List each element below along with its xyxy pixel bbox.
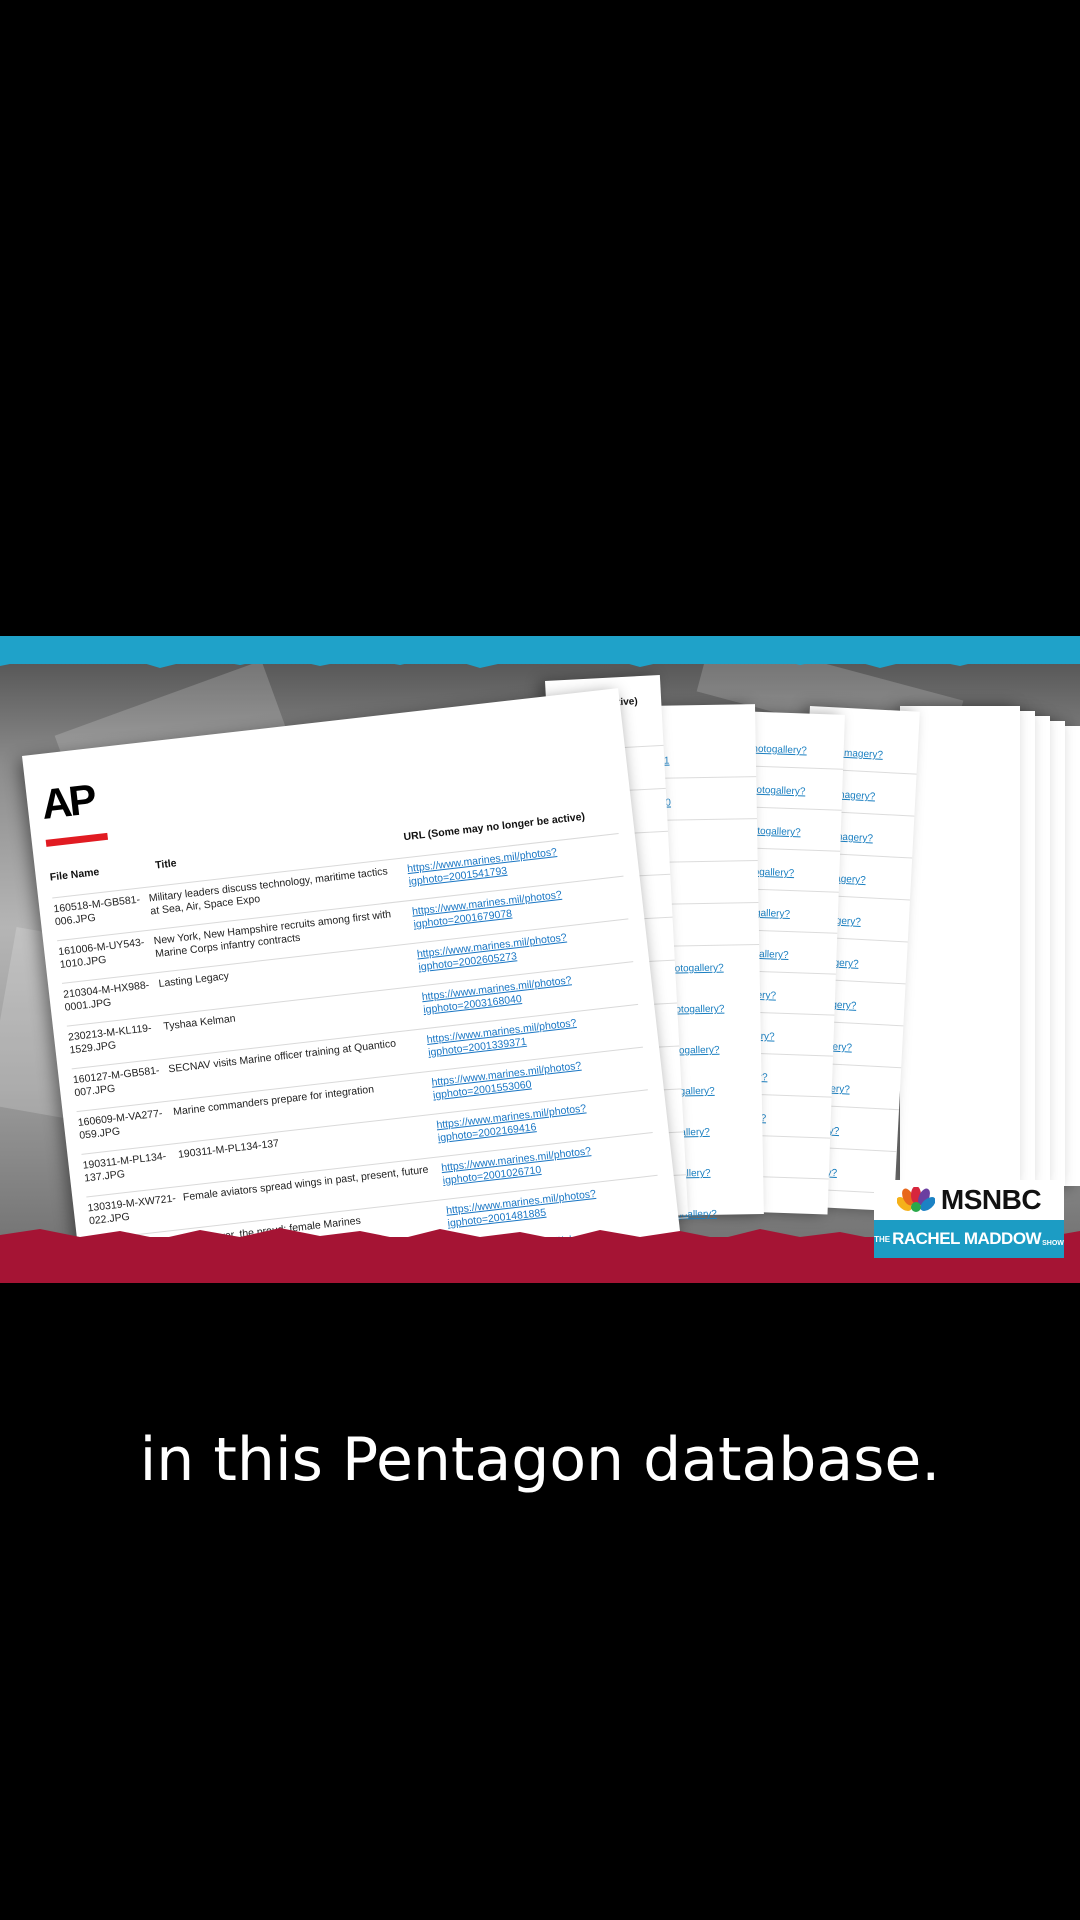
header-title: Title: [154, 857, 178, 872]
video-frame: e) es/imefimagery?s/imefimagery?s/imefim…: [0, 636, 1080, 1283]
row-url-link[interactable]: https://www.marines.mil/photos?igphoto=2…: [436, 1101, 598, 1145]
msnbc-logo: MSNBC: [874, 1180, 1064, 1220]
row-url-link[interactable]: https://www.marines.mil/photos?igphoto=2…: [416, 930, 578, 974]
msnbc-badge: MSNBC THE RACHEL MADDOW SHOW: [874, 1180, 1064, 1258]
row-file-name: 160518-M-GB581-006.JPG: [52, 893, 141, 929]
row-title: Marine commanders prepare for integratio…: [172, 1083, 375, 1119]
row-file-name: 210304-M-HX988-0001.JPG: [62, 979, 150, 1014]
row-file-name: 190311-M-PL134-137.JPG: [82, 1150, 167, 1185]
row-file-name: 160609-M-VA277-059.JPG: [77, 1107, 164, 1142]
ap-document: AP File Name Title URL (Some may no long…: [22, 688, 682, 1283]
row-file-name: 160127-M-GB581-007.JPG: [72, 1064, 161, 1100]
ap-logo: AP: [38, 775, 97, 828]
row-file-name: 230213-M-KL119-1529.JPG: [67, 1022, 153, 1057]
row-file-name: 130319-M-XW721-022.JPG: [86, 1192, 177, 1228]
row-title: Tyshaa Kelman: [162, 1012, 237, 1033]
row-file-name: 161006-M-UY543-1010.JPG: [57, 936, 145, 972]
subtitle-caption: in this Pentagon database.: [139, 1425, 941, 1495]
show-prefix: THE: [874, 1234, 891, 1244]
row-url-link[interactable]: https://www.marines.mil/photos?igphoto=2…: [421, 973, 583, 1017]
show-name: RACHEL MADDOW: [892, 1229, 1042, 1248]
header-url: URL (Some may no longer be active): [402, 810, 586, 844]
row-title: 190311-M-PL134-137: [177, 1137, 280, 1161]
show-banner: THE RACHEL MADDOW SHOW: [874, 1220, 1064, 1258]
show-suffix: SHOW: [1042, 1239, 1064, 1247]
background-sheet: [900, 706, 1020, 1186]
header-file-name: File Name: [49, 866, 100, 884]
row-url-link[interactable]: https://www.marines.mil/photos?igphoto=2…: [426, 1016, 588, 1060]
row-url-link[interactable]: https://www.marines.mil/photos?igphoto=2…: [441, 1144, 603, 1188]
peacock-icon: [896, 1187, 935, 1212]
network-name: MSNBC: [940, 1184, 1042, 1215]
row-url-link[interactable]: https://www.marines.mil/photos?igphoto=2…: [431, 1059, 593, 1103]
row-title: SECNAV visits Marine officer training at…: [167, 1037, 397, 1076]
row-url-link[interactable]: https://www.marines.mil/photos?igphoto=2…: [411, 888, 573, 932]
top-color-band: [0, 636, 1080, 664]
row-title: Female aviators spread wings in past, pr…: [182, 1163, 429, 1204]
ap-red-rule: [45, 832, 109, 847]
row-url-link[interactable]: https://www.marines.mil/photos?igphoto=2…: [407, 845, 569, 889]
